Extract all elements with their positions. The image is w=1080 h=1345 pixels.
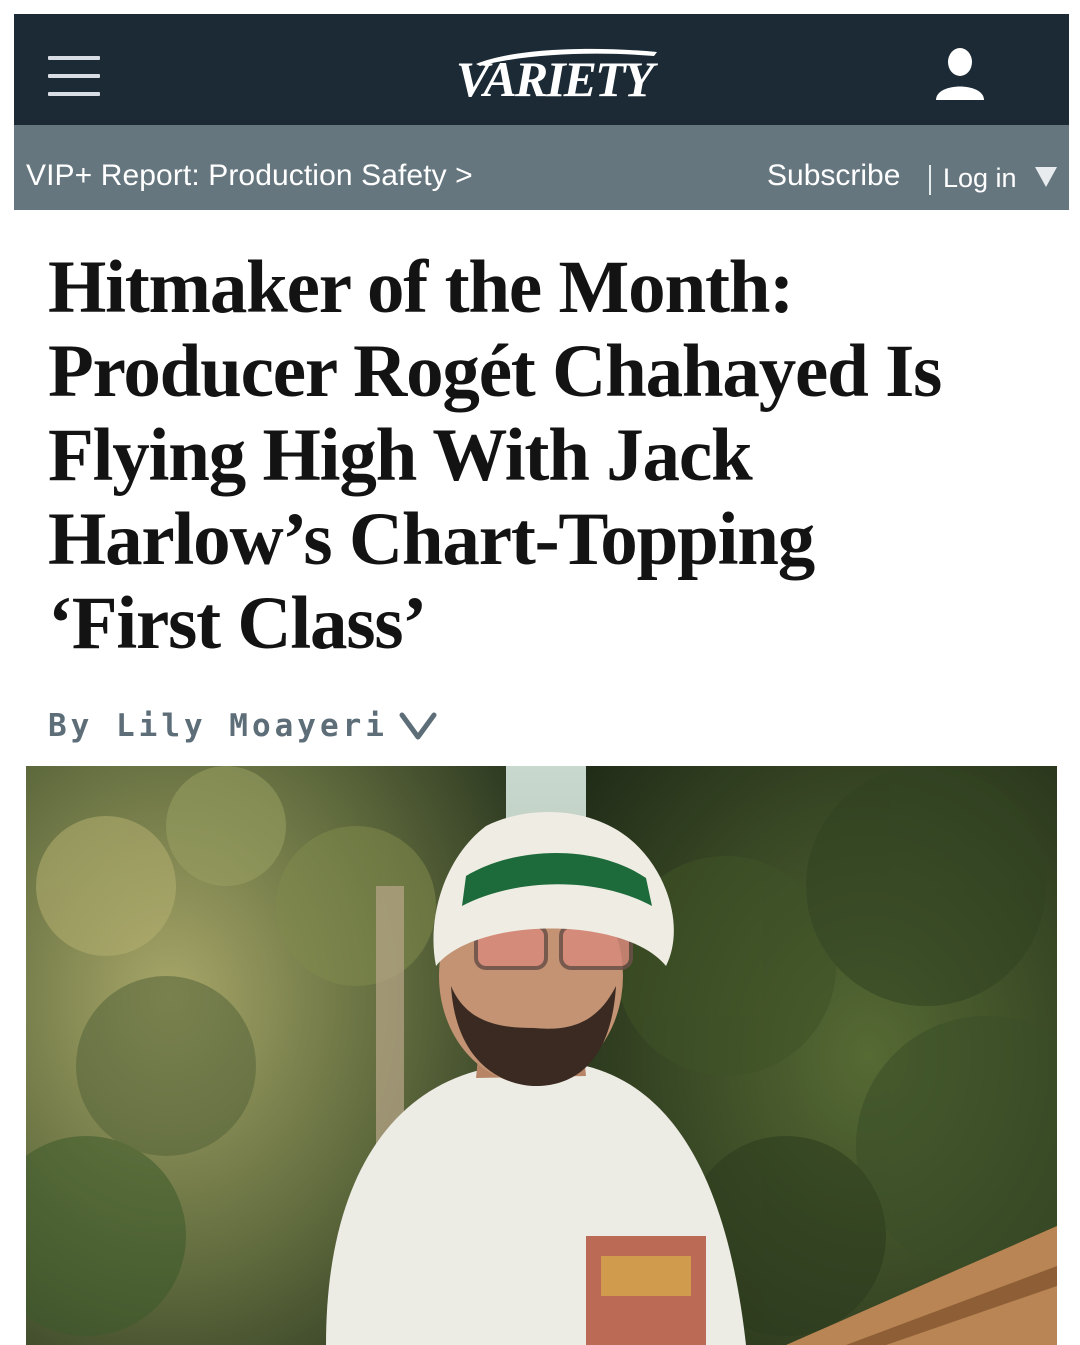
divider xyxy=(929,165,931,195)
author-byline[interactable]: By Lily Moayeri xyxy=(48,708,438,748)
user-icon[interactable] xyxy=(932,44,988,104)
headline-line: Producer Rogét Chahayed Is xyxy=(48,330,942,413)
caret-down-icon[interactable] xyxy=(1033,165,1059,189)
article-hero-photo xyxy=(26,766,1057,1345)
article-page: VARIETY VIP+ Report: Production Safety >… xyxy=(14,14,1069,1345)
headline-line: ‘First Class’ xyxy=(48,582,427,665)
login-link[interactable]: Log in xyxy=(943,163,1017,194)
byline-text: By Lily Moayeri xyxy=(48,708,388,744)
headline-line: Harlow’s Chart-Topping xyxy=(48,498,815,581)
logo-text: VARIETY xyxy=(455,51,654,107)
sub-navigation-bar: VIP+ Report: Production Safety > Subscri… xyxy=(14,125,1069,210)
chevron-down-icon[interactable] xyxy=(398,711,438,741)
headline-line: Hitmaker of the Month: xyxy=(48,246,794,329)
headline-line: Flying High With Jack xyxy=(48,414,753,497)
vip-report-link[interactable]: VIP+ Report: Production Safety > xyxy=(26,159,473,193)
article-headline: Hitmaker of the Month: Producer Rogét Ch… xyxy=(48,246,1038,666)
hamburger-menu-icon[interactable] xyxy=(48,54,100,98)
subscribe-link[interactable]: Subscribe xyxy=(767,159,900,193)
top-navigation-bar: VARIETY xyxy=(14,14,1069,125)
variety-logo[interactable]: VARIETY xyxy=(444,40,664,106)
